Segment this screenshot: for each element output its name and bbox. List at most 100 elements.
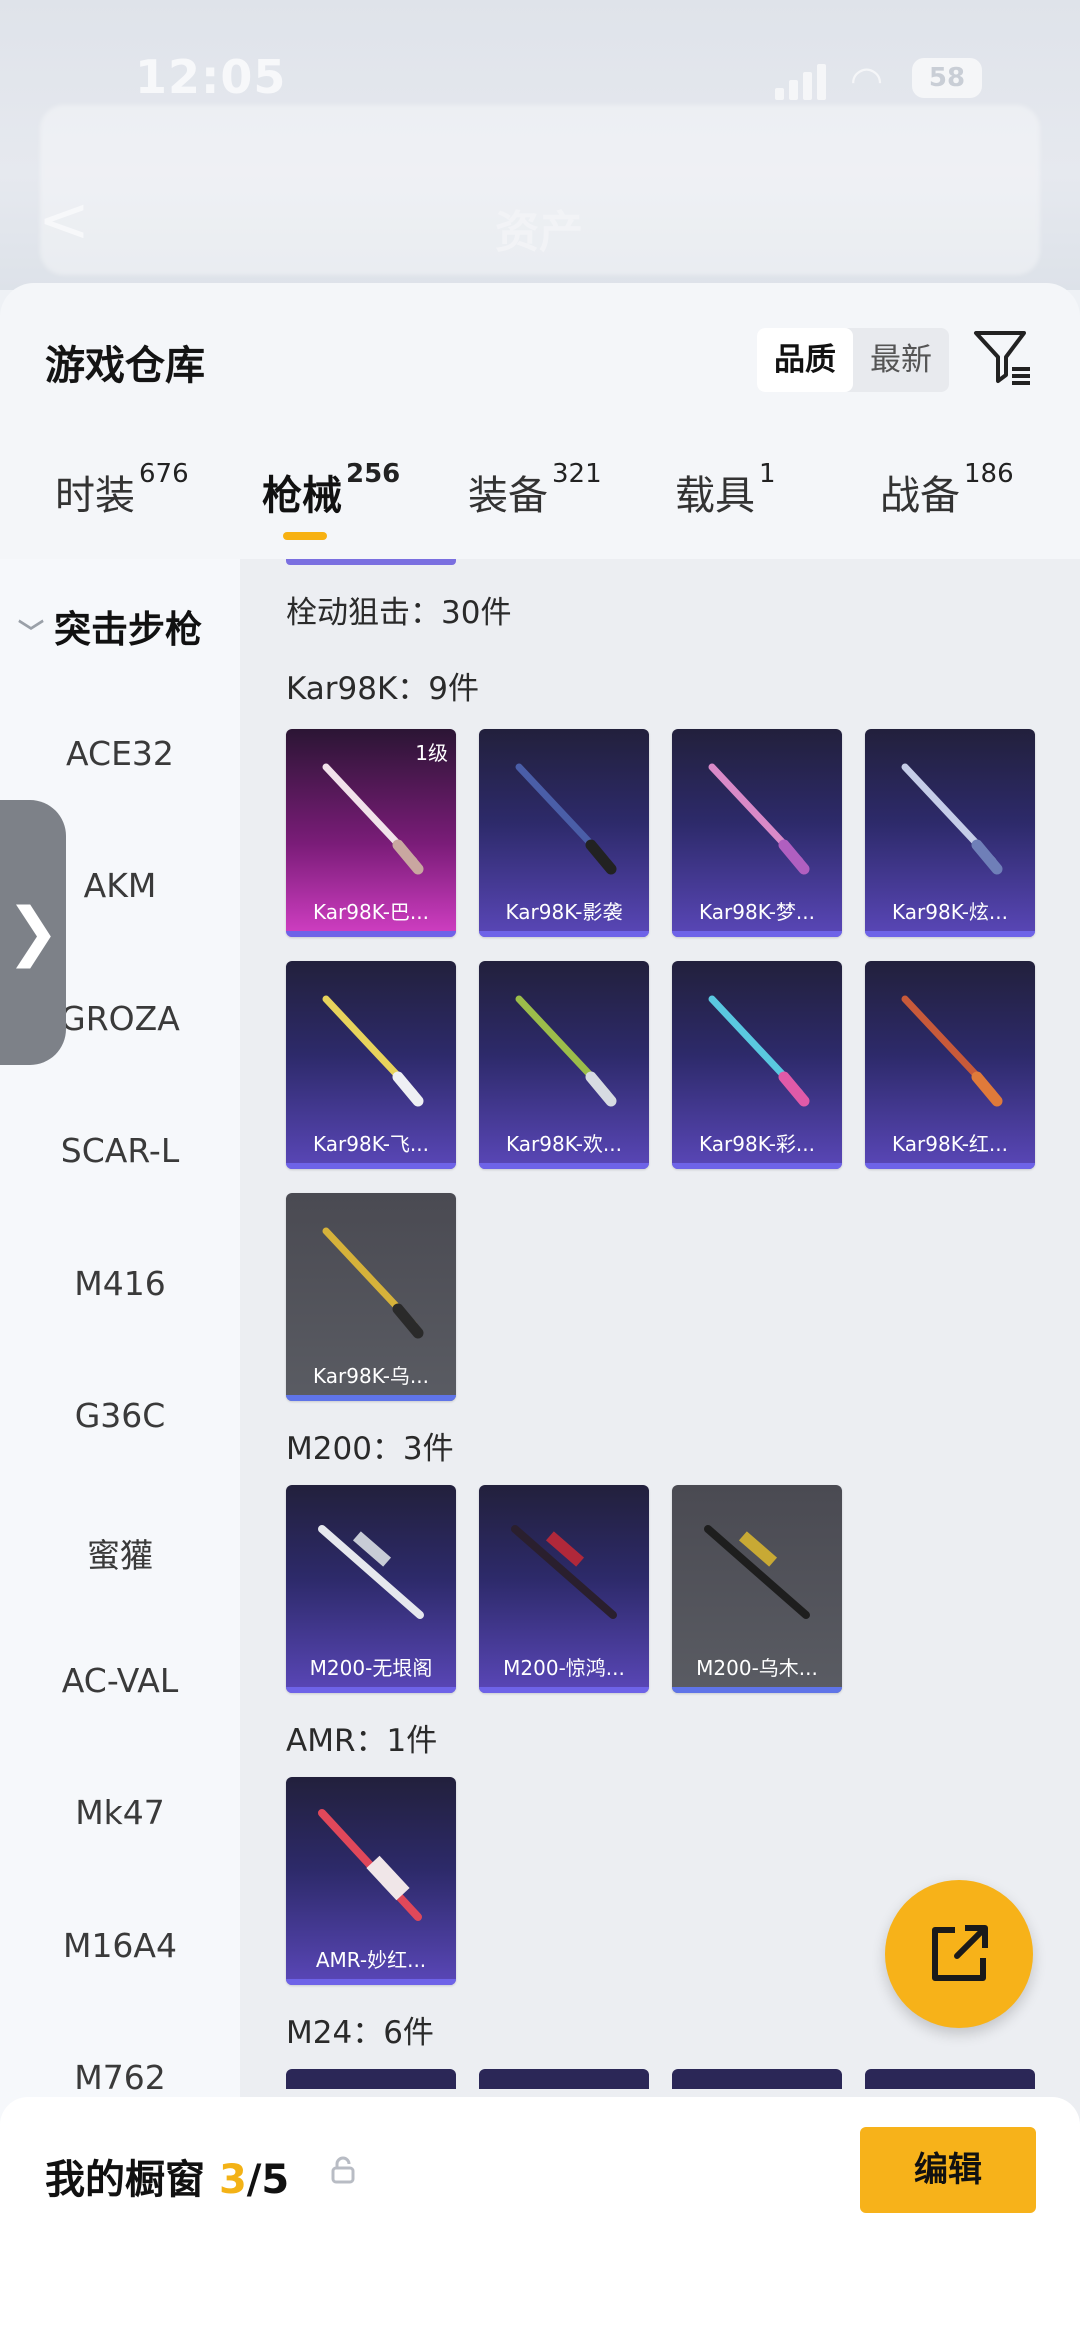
section-title-m200: M200：3件 xyxy=(286,1431,454,1467)
filter-icon[interactable] xyxy=(970,325,1034,389)
sidebar-category-label: 突击步枪 xyxy=(54,608,203,651)
rarity-bar xyxy=(286,1395,456,1401)
showcase-bar: 我的橱窗 3/5 编辑 xyxy=(0,2097,1080,2341)
weapon-card[interactable]: AMR-妙红... xyxy=(286,1777,456,1985)
level-badge: 1级 xyxy=(415,741,448,765)
section-title-m24: M24：6件 xyxy=(286,2015,434,2051)
sidebar-category-assault-rifle[interactable]: ﹀ 突击步枪 xyxy=(18,599,202,653)
tab-supplies[interactable]: 战备 186 xyxy=(880,459,1014,521)
weapon-card[interactable]: 1级 Kar98K-巴... xyxy=(286,729,456,937)
sidebar-item-g36c[interactable]: G36C xyxy=(0,1396,240,1435)
sort-latest-button[interactable]: 最新 xyxy=(853,328,949,392)
sidebar-item-honey-badger[interactable]: 蜜獾 xyxy=(0,1529,240,1577)
weapon-card[interactable]: M200-乌木... xyxy=(672,1485,842,1693)
sidebar-item-m416[interactable]: M416 xyxy=(0,1264,240,1303)
sidebar-item-scar-l[interactable]: SCAR-L xyxy=(0,1131,240,1170)
weapon-card[interactable]: Kar98K-乌... xyxy=(286,1193,456,1401)
active-tab-indicator xyxy=(283,532,327,540)
weapon-card[interactable]: Kar98K-梦... xyxy=(672,729,842,937)
wifi-icon: ◠ xyxy=(850,58,884,102)
status-bar: 12:05 ◠ 58 < 资产 xyxy=(0,0,1080,290)
weapon-name: Kar98K-飞... xyxy=(313,1132,429,1156)
category-tabs: 时装 676 枪械 256 装备 321 载具 1 战备 186 xyxy=(0,459,1080,559)
weapon-name: Kar98K-欢... xyxy=(506,1132,622,1156)
rarity-bar xyxy=(286,1163,456,1169)
nav-title: 资产 xyxy=(495,207,583,258)
weapon-name: Kar98K-巴... xyxy=(313,900,429,924)
signal-icon xyxy=(775,62,827,100)
weapon-name: Kar98K-彩... xyxy=(699,1132,815,1156)
weapon-card-peek[interactable] xyxy=(672,2069,842,2089)
share-button[interactable] xyxy=(885,1880,1033,2028)
sort-quality-button[interactable]: 品质 xyxy=(757,328,853,392)
weapon-card[interactable]: Kar98K-飞... xyxy=(286,961,456,1169)
tab-label: 载具 xyxy=(675,473,755,519)
sidebar-item-ace32[interactable]: ACE32 xyxy=(0,734,240,773)
section-title-kar98k: Kar98K：9件 xyxy=(286,671,480,707)
tab-label: 时装 xyxy=(55,473,135,519)
back-button[interactable]: < xyxy=(38,189,90,251)
rarity-bar xyxy=(672,1687,842,1693)
weapon-card[interactable]: Kar98K-彩... xyxy=(672,961,842,1169)
group-title: 栓动狙击：30件 xyxy=(286,595,512,631)
side-drawer-handle[interactable]: ❯ xyxy=(0,800,66,1065)
tab-count: 256 xyxy=(346,459,401,489)
weapon-name: M200-惊鸿... xyxy=(503,1656,625,1680)
weapon-card[interactable]: Kar98K-炫... xyxy=(865,729,1035,937)
weapon-card[interactable]: Kar98K-影袭 xyxy=(479,729,649,937)
share-external-icon xyxy=(932,1925,988,1981)
showcase-label: 我的橱窗 3/5 xyxy=(45,2147,289,2205)
showcase-total: /5 xyxy=(246,2157,290,2203)
weapon-name: Kar98K-红... xyxy=(892,1132,1008,1156)
sort-toggle: 品质 最新 xyxy=(757,328,949,392)
sidebar-item-m16a4[interactable]: M16A4 xyxy=(0,1926,240,1965)
tab-count: 186 xyxy=(964,459,1014,489)
showcase-current-count: 3 xyxy=(218,2157,247,2203)
rarity-bar xyxy=(479,931,649,937)
weapon-name: Kar98K-炫... xyxy=(892,900,1008,924)
rarity-bar xyxy=(672,1163,842,1169)
rarity-bar xyxy=(286,931,456,937)
weapon-card-peek[interactable] xyxy=(865,2069,1035,2089)
weapon-card-peek[interactable] xyxy=(286,2069,456,2089)
section-title-amr: AMR：1件 xyxy=(286,1723,438,1759)
rarity-bar xyxy=(479,1163,649,1169)
weapon-name: AMR-妙红... xyxy=(315,1948,427,1972)
rarity-bar xyxy=(286,1687,456,1693)
page-title: 游戏仓库 xyxy=(45,343,205,389)
tab-outfit[interactable]: 时装 676 xyxy=(55,459,189,521)
tab-guns[interactable]: 枪械 256 xyxy=(262,459,400,521)
tab-vehicle[interactable]: 载具 1 xyxy=(675,459,776,521)
sidebar-item-mk47[interactable]: Mk47 xyxy=(0,1793,240,1832)
tab-equipment[interactable]: 装备 321 xyxy=(468,459,602,521)
rarity-bar xyxy=(672,931,842,937)
tab-count: 321 xyxy=(552,459,602,489)
weapon-card[interactable]: Kar98K-欢... xyxy=(479,961,649,1169)
tab-label: 枪械 xyxy=(262,473,342,519)
weapon-name: Kar98K-乌... xyxy=(313,1364,429,1388)
tab-label: 战备 xyxy=(880,473,960,519)
weapon-name: Kar98K-影袭 xyxy=(505,900,623,924)
tab-label: 装备 xyxy=(468,473,548,519)
clock: 12:05 xyxy=(135,50,287,104)
tab-count: 676 xyxy=(139,459,189,489)
weapon-name: M200-乌木... xyxy=(696,1656,818,1680)
rarity-bar xyxy=(479,1687,649,1693)
weapon-card[interactable]: M200-无垠阁 xyxy=(286,1485,456,1693)
sidebar-item-m762[interactable]: M762 xyxy=(0,2058,240,2097)
weapon-grid: 栓动狙击：30件 Kar98K：9件 1级 Kar98K-巴... Kar98K-… xyxy=(240,559,1080,2341)
rarity-bar xyxy=(865,931,1035,937)
battery-icon: 58 xyxy=(912,58,982,98)
tab-count: 1 xyxy=(759,459,776,489)
sidebar-item-ac-val[interactable]: AC-VAL xyxy=(0,1661,240,1700)
previous-card-edge xyxy=(286,559,456,565)
edit-button[interactable]: 编辑 xyxy=(860,2127,1036,2213)
lock-icon xyxy=(331,2156,355,2184)
weapon-card-peek[interactable] xyxy=(479,2069,649,2089)
chevron-down-icon: ﹀ xyxy=(18,619,45,649)
rarity-bar xyxy=(286,1979,456,1985)
weapon-card[interactable]: Kar98K-红... xyxy=(865,961,1035,1169)
rarity-bar xyxy=(865,1163,1035,1169)
weapon-card[interactable]: M200-惊鸿... xyxy=(479,1485,649,1693)
showcase-title: 我的橱窗 xyxy=(45,2157,205,2203)
